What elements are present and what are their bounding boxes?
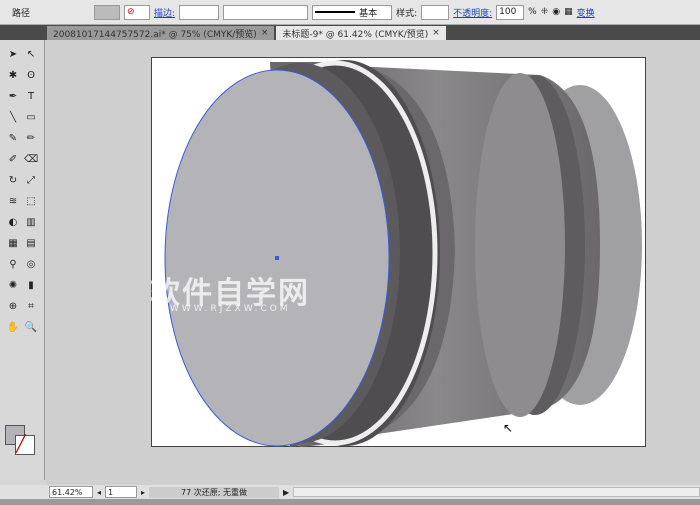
bottom-edge <box>0 499 700 505</box>
barrel-artwork[interactable]: ↖ <box>0 0 700 505</box>
status-message: 77 次还原; 无重做 <box>149 486 280 498</box>
next-page-icon[interactable]: ▸ <box>141 488 145 497</box>
scrollbar-horizontal[interactable] <box>293 487 700 497</box>
page-select[interactable]: 1 <box>105 486 138 498</box>
status-bar: 61.42% ◂ 1 ▸ 77 次还原; 无重做 ▶ <box>0 485 700 499</box>
center-point[interactable] <box>275 256 279 260</box>
cursor-icon: ↖ <box>503 421 513 435</box>
watermark-url: WWW.RJZXW.COM <box>170 304 291 314</box>
prev-page-icon[interactable]: ◂ <box>97 488 101 497</box>
barrel-ring <box>475 73 565 417</box>
zoom-select[interactable]: 61.42% <box>49 486 93 498</box>
status-menu-icon[interactable]: ▶ <box>283 488 289 497</box>
